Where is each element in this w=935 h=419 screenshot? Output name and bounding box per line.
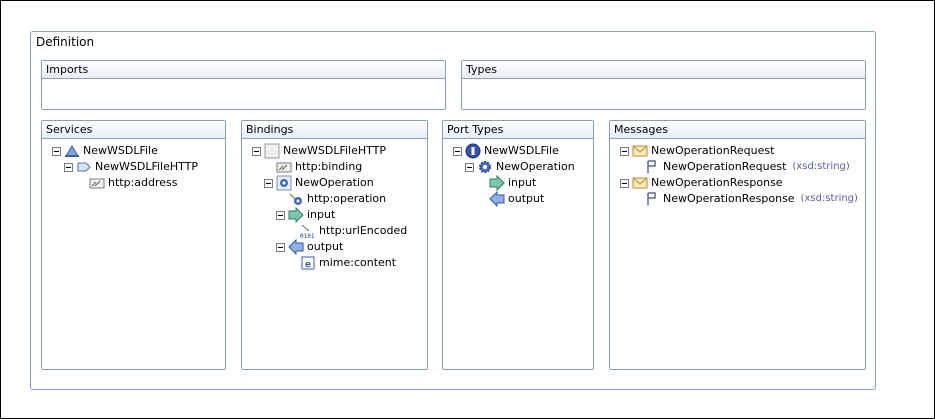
request-message-label: NewOperationRequest bbox=[651, 144, 775, 157]
messages-panel[interactable]: Messages NewOperationRequest NewOperatio… bbox=[609, 120, 866, 370]
tree-node-request-part[interactable]: NewOperationRequest (xsd:string) bbox=[644, 159, 850, 175]
definition-title: Definition bbox=[36, 35, 95, 49]
http-operation-label: http:operation bbox=[307, 192, 387, 205]
operation-icon bbox=[276, 175, 292, 191]
tree-node-input[interactable]: input bbox=[276, 207, 335, 223]
binary-encoding-icon: 0101 bbox=[300, 223, 316, 239]
tree-node-http-operation[interactable]: http:operation bbox=[288, 191, 386, 207]
port-types-header: Port Types bbox=[443, 121, 593, 139]
messages-header: Messages bbox=[610, 121, 865, 139]
tree-node-response-message[interactable]: NewOperationResponse bbox=[620, 175, 783, 191]
port-types-panel[interactable]: Port Types NewWSDLFile NewOperation inpu… bbox=[442, 120, 594, 370]
mime-content-label: mime:content bbox=[319, 256, 397, 269]
collapse-toggle[interactable] bbox=[620, 146, 629, 156]
http-address-icon bbox=[89, 175, 105, 191]
url-encoded-label: http:urlEncoded bbox=[319, 224, 408, 237]
tree-node-binding[interactable]: NewWSDLFileHTTP bbox=[252, 143, 386, 159]
part-icon bbox=[644, 159, 660, 175]
wsdl-design-canvas: Definition Imports Types Services NewWSD… bbox=[0, 0, 935, 419]
collapse-toggle[interactable] bbox=[453, 146, 462, 156]
binding-label: NewWSDLFileHTTP bbox=[283, 144, 387, 157]
output-arrow-icon bbox=[489, 191, 505, 207]
collapse-toggle[interactable] bbox=[52, 146, 61, 156]
response-message-label: NewOperationResponse bbox=[651, 176, 783, 189]
svg-text:e: e bbox=[305, 260, 311, 270]
envelope-icon bbox=[632, 175, 648, 191]
envelope-icon bbox=[632, 143, 648, 159]
imports-header: Imports bbox=[42, 61, 445, 79]
http-binding-icon bbox=[276, 159, 292, 175]
pt-output-label: output bbox=[508, 192, 545, 205]
request-part-label: NewOperationRequest bbox=[663, 160, 787, 173]
service-label: NewWSDLFile bbox=[83, 144, 158, 157]
output-arrow-icon bbox=[288, 239, 304, 255]
bindings-header: Bindings bbox=[242, 121, 427, 139]
tree-node-pt-input[interactable]: input bbox=[489, 175, 536, 191]
definition-container[interactable]: Definition Imports Types Services NewWSD… bbox=[30, 31, 876, 390]
http-binding-label: http:binding bbox=[295, 160, 363, 173]
tree-node-output[interactable]: output bbox=[276, 239, 343, 255]
port-type-icon bbox=[465, 143, 481, 159]
collapse-toggle[interactable] bbox=[276, 210, 285, 220]
types-panel[interactable]: Types bbox=[461, 60, 866, 110]
services-panel[interactable]: Services NewWSDLFile NewWSDLFileHTTP htt… bbox=[41, 120, 226, 370]
tree-node-pt-output[interactable]: output bbox=[489, 191, 544, 207]
tree-node-mime-content[interactable]: e mime:content bbox=[300, 255, 396, 271]
tree-node-response-part[interactable]: NewOperationResponse (xsd:string) bbox=[644, 191, 858, 207]
collapse-toggle[interactable] bbox=[620, 178, 629, 188]
tree-node-address[interactable]: http:address bbox=[89, 175, 178, 191]
pt-input-label: input bbox=[508, 176, 537, 189]
mime-content-icon: e bbox=[300, 255, 316, 271]
tree-node-pt-operation[interactable]: NewOperation bbox=[465, 159, 575, 175]
tree-node-operation[interactable]: NewOperation bbox=[264, 175, 374, 191]
input-arrow-icon bbox=[288, 207, 304, 223]
response-part-label: NewOperationResponse bbox=[663, 192, 795, 205]
binding-icon bbox=[264, 143, 280, 159]
part-icon bbox=[644, 191, 660, 207]
port-icon bbox=[76, 159, 92, 175]
http-operation-icon bbox=[288, 191, 304, 207]
port-type-label: NewWSDLFile bbox=[484, 144, 559, 157]
operation-gear-icon bbox=[477, 159, 493, 175]
collapse-toggle[interactable] bbox=[264, 178, 273, 188]
response-part-type: (xsd:string) bbox=[800, 193, 858, 204]
tree-node-port-type[interactable]: NewWSDLFile bbox=[453, 143, 559, 159]
bindings-panel[interactable]: Bindings NewWSDLFileHTTP http:binding Ne… bbox=[241, 120, 428, 370]
tree-node-port[interactable]: NewWSDLFileHTTP bbox=[64, 159, 198, 175]
collapse-toggle[interactable] bbox=[64, 162, 73, 172]
services-header: Services bbox=[42, 121, 225, 139]
collapse-toggle[interactable] bbox=[276, 242, 285, 252]
imports-panel[interactable]: Imports bbox=[41, 60, 446, 110]
port-label: NewWSDLFileHTTP bbox=[95, 160, 199, 173]
request-part-type: (xsd:string) bbox=[792, 161, 850, 172]
collapse-toggle[interactable] bbox=[252, 146, 261, 156]
address-label: http:address bbox=[108, 176, 178, 189]
tree-node-url-encoded[interactable]: 0101 http:urlEncoded bbox=[300, 223, 407, 239]
tree-node-service[interactable]: NewWSDLFile bbox=[52, 143, 158, 159]
tree-node-http-binding[interactable]: http:binding bbox=[276, 159, 362, 175]
output-label: output bbox=[307, 240, 344, 253]
collapse-toggle[interactable] bbox=[465, 162, 474, 172]
pt-operation-label: NewOperation bbox=[496, 160, 575, 173]
tree-node-request-message[interactable]: NewOperationRequest bbox=[620, 143, 774, 159]
input-label: input bbox=[307, 208, 336, 221]
types-header: Types bbox=[462, 61, 865, 79]
input-arrow-icon bbox=[489, 175, 505, 191]
operation-label: NewOperation bbox=[295, 176, 374, 189]
service-icon bbox=[64, 143, 80, 159]
